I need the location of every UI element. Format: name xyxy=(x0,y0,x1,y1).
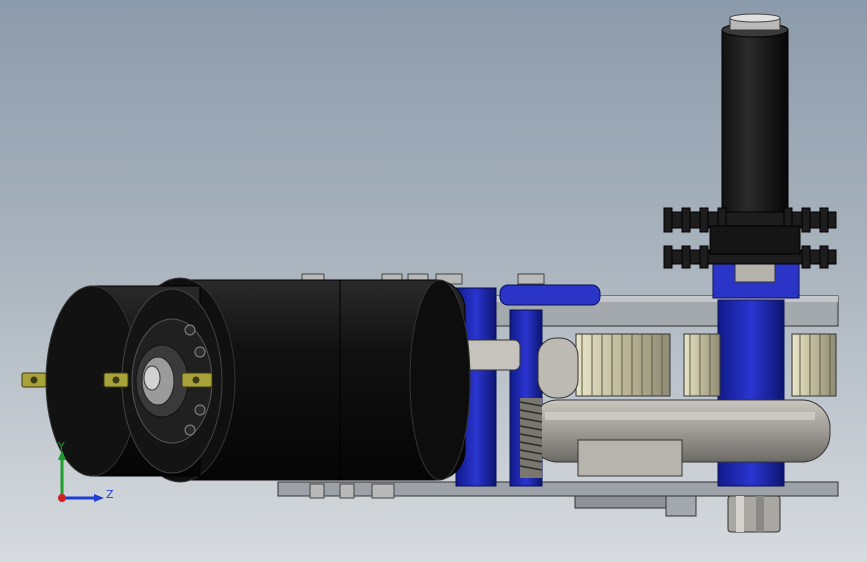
z-axis-arrow xyxy=(94,494,104,502)
cad-assembly-model[interactable] xyxy=(0,0,867,562)
spur-gear-train[interactable] xyxy=(575,333,837,397)
belt-pulley[interactable] xyxy=(529,399,831,477)
coordinate-triad: Y Z xyxy=(57,440,114,502)
hex-nut[interactable] xyxy=(727,495,781,533)
x-axis-origin xyxy=(58,494,66,502)
y-axis-label: Y xyxy=(57,440,65,453)
z-axis-label: Z xyxy=(106,488,114,501)
compression-spring[interactable] xyxy=(519,398,543,478)
graphics-viewport[interactable]: Y Z xyxy=(0,0,867,562)
